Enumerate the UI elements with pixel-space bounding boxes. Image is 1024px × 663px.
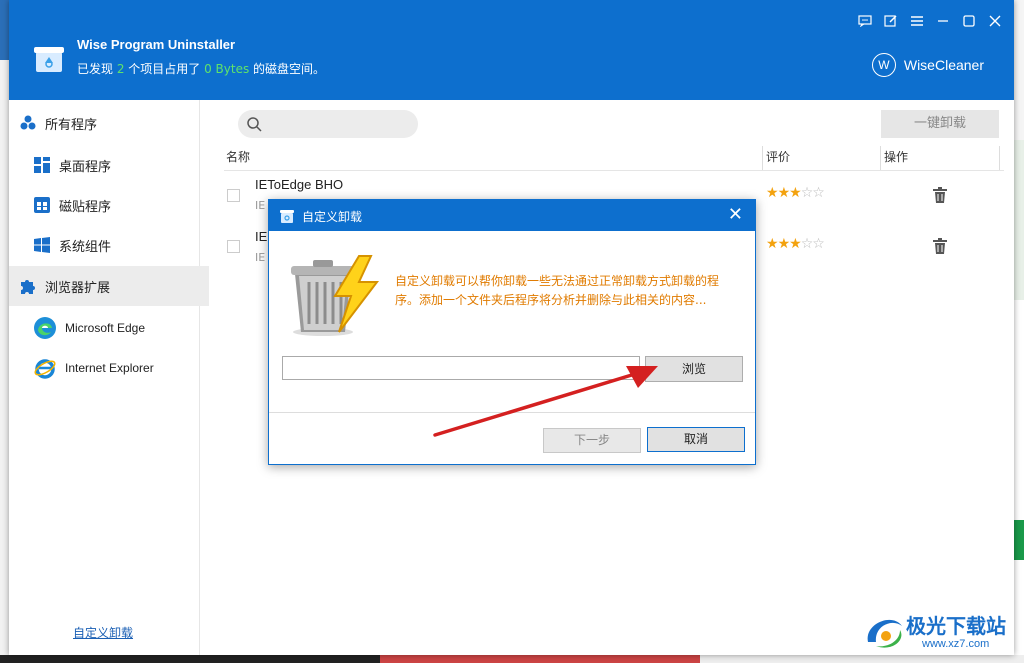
summary-mid: 个项目占用了	[124, 62, 205, 76]
summary-suffix: 的磁盘空间。	[249, 62, 326, 76]
row-name: IEToEdge BHO	[255, 177, 344, 192]
star-empty-icon: ☆	[812, 185, 825, 201]
window-controls	[852, 14, 1008, 34]
row-checkbox[interactable]	[227, 189, 240, 202]
column-header-rating[interactable]: 评价	[766, 148, 790, 165]
sidebar-item-internet-explorer[interactable]: Internet Explorer	[33, 356, 154, 380]
sidebar-item-label: 系统组件	[59, 239, 112, 255]
edit-icon[interactable]	[878, 14, 904, 34]
desktop-programs-icon	[34, 157, 50, 173]
row-name: IE	[255, 229, 268, 244]
sidebar-item-system-components[interactable]: 系统组件	[9, 225, 223, 265]
trash-lightning-icon	[291, 255, 380, 336]
column-divider	[880, 146, 881, 170]
trash-icon[interactable]	[932, 186, 948, 204]
column-divider	[762, 146, 763, 170]
dialog-title-bar[interactable]: 自定义卸载 ✕	[269, 200, 755, 231]
sidebar-item-browser-extensions[interactable]: 浏览器扩展	[9, 266, 209, 306]
rating-stars: ★★★☆☆	[766, 185, 825, 201]
rating-stars: ★★★☆☆	[766, 236, 825, 252]
search-icon	[247, 117, 262, 132]
search-box[interactable]	[238, 110, 418, 138]
watermark: 极光下载站 www.xz7.com	[862, 608, 1022, 658]
app-header: Wise Program Uninstaller 已发现 2 个项目占用了 0 …	[9, 0, 1014, 100]
ie-icon	[34, 359, 56, 379]
desktop-right-edge	[1014, 0, 1024, 663]
one-click-uninstall-button[interactable]: 一键卸载	[881, 110, 999, 138]
tile-programs-icon	[34, 197, 50, 213]
row-subtitle: IE	[255, 251, 266, 264]
browser-label: Microsoft Edge	[65, 321, 146, 335]
star-filled-icon: ★	[777, 236, 791, 252]
star-filled-icon: ★	[766, 185, 779, 201]
sidebar-item-microsoft-edge[interactable]: Microsoft Edge	[33, 316, 145, 340]
column-header-action[interactable]: 操作	[884, 148, 908, 165]
feedback-icon[interactable]	[852, 14, 878, 34]
desktop-left-edge	[0, 0, 9, 663]
sidebar-item-tile-programs[interactable]: 磁贴程序	[9, 185, 223, 225]
sidebar-item-label: 磁贴程序	[59, 199, 112, 215]
maximize-icon[interactable]	[956, 14, 982, 34]
row-subtitle: IE	[255, 199, 266, 212]
column-header-name[interactable]: 名称	[226, 148, 250, 165]
sidebar-item-label: 浏览器扩展	[45, 280, 111, 296]
scan-summary: 已发现 2 个项目占用了 0 Bytes 的磁盘空间。	[77, 60, 325, 77]
dialog-title: 自定义卸载	[302, 210, 363, 224]
star-filled-icon: ★	[789, 236, 802, 252]
star-empty-icon: ☆	[800, 185, 814, 201]
brand-name: WiseCleaner	[903, 57, 984, 73]
star-filled-icon: ★	[777, 185, 791, 201]
watermark-logo-icon	[867, 619, 902, 648]
trash-icon[interactable]	[932, 237, 948, 255]
sidebar-item-all-programs[interactable]: 所有程序	[9, 103, 209, 143]
app-logo-icon	[280, 210, 294, 223]
annotation-arrow	[433, 366, 658, 437]
summary-prefix: 已发现	[77, 62, 117, 76]
watermark-title: 极光下载站	[906, 614, 1006, 638]
header-divider	[224, 170, 1004, 171]
wisecleaner-logo-icon: W	[871, 53, 896, 77]
sidebar-item-label: 所有程序	[45, 117, 98, 133]
star-filled-icon: ★	[766, 236, 779, 252]
minimize-icon[interactable]	[930, 14, 956, 34]
browser-label: Internet Explorer	[65, 361, 154, 375]
sidebar: 所有程序 桌面程序 磁贴程序 系统组件 浏览器扩展 Microsoft Edge…	[9, 100, 209, 655]
windows-icon	[34, 237, 50, 253]
star-empty-icon: ☆	[800, 236, 814, 252]
star-empty-icon: ☆	[812, 236, 825, 252]
edge-icon	[34, 317, 56, 339]
dialog-description: 自定义卸载可以帮你卸载一些无法通过正常卸载方式卸载的程序。添加一个文件夹后程序将…	[395, 274, 720, 307]
app-title: Wise Program Uninstaller	[77, 37, 236, 52]
all-programs-icon	[20, 115, 36, 130]
puzzle-icon	[21, 280, 35, 294]
row-checkbox[interactable]	[227, 240, 240, 253]
wisecleaner-brand[interactable]: W WiseCleaner	[871, 53, 984, 77]
menu-icon[interactable]	[904, 14, 930, 34]
star-filled-icon: ★	[789, 185, 802, 201]
summary-size: 0 Bytes	[204, 62, 250, 76]
close-icon[interactable]	[982, 14, 1008, 34]
sidebar-item-desktop-programs[interactable]: 桌面程序	[9, 145, 223, 185]
dialog-close-icon[interactable]: ✕	[728, 204, 743, 225]
column-divider	[999, 146, 1000, 170]
sidebar-item-label: 桌面程序	[59, 159, 112, 175]
custom-uninstall-link[interactable]: 自定义卸载	[73, 624, 133, 641]
watermark-url: www.xz7.com	[922, 638, 990, 650]
app-logo-icon	[34, 47, 64, 72]
